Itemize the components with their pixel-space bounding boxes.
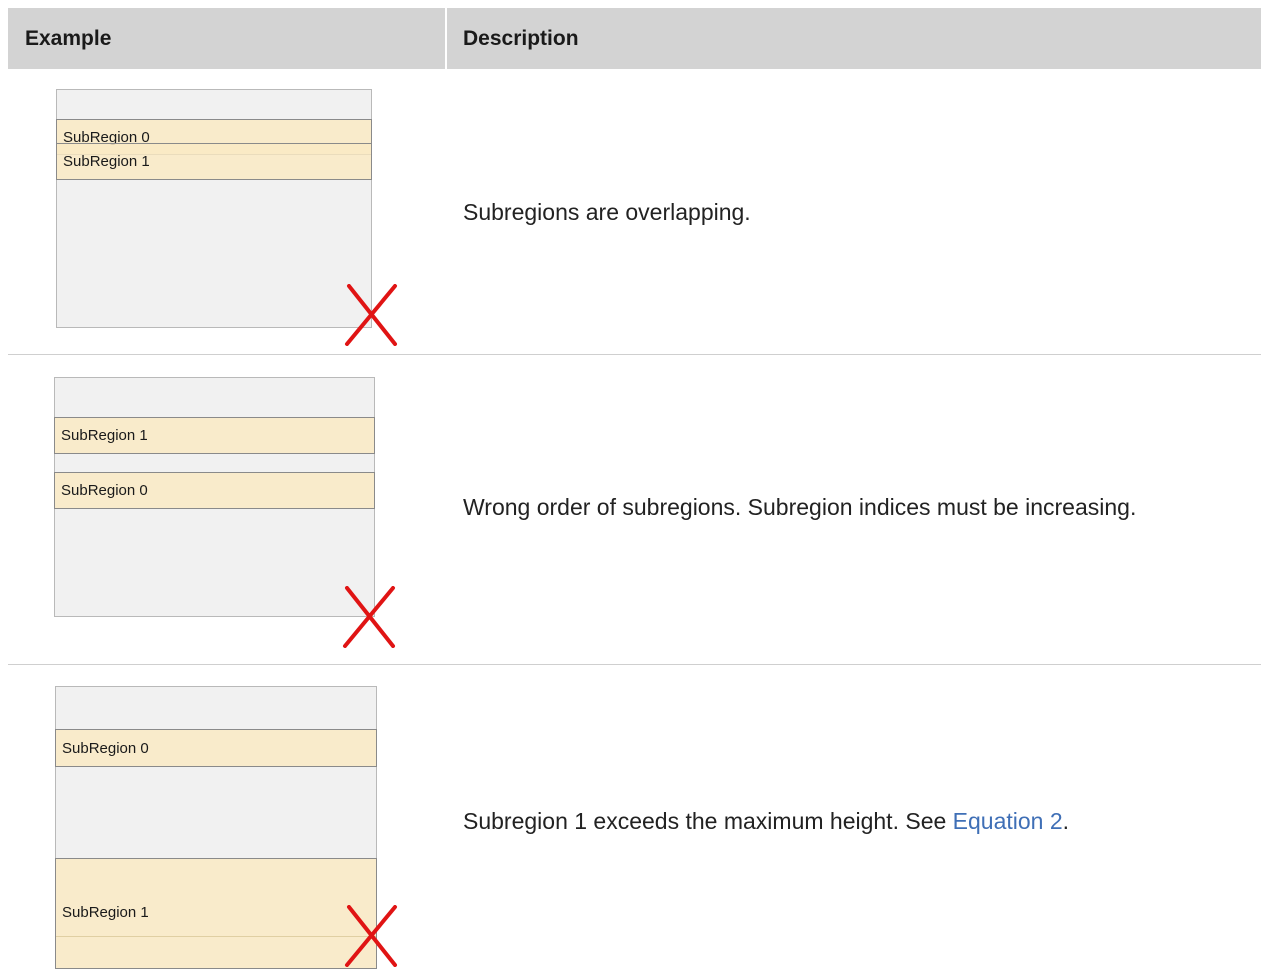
description-text: Subregion 1 exceeds the maximum height. … [463,808,953,834]
row-divider [8,354,1261,355]
row-divider [8,664,1261,665]
max-height-line [56,936,376,937]
row-description: Subregion 1 exceeds the maximum height. … [463,808,1069,835]
cross-mark-icon [343,586,395,648]
subregion-1: SubRegion 1 [56,143,372,180]
column-header-description: Description [447,8,1261,69]
table-header: Example Description [8,8,1261,69]
subregion-1: SubRegion 1 [55,858,377,969]
row-description: Wrong order of subregions. Subregion ind… [463,494,1137,520]
column-header-example: Example [8,8,445,69]
cross-mark-icon [345,905,397,967]
description-suffix: . [1062,808,1070,834]
equation-2-link[interactable]: Equation 2 [953,808,1063,834]
row-description: Subregions are overlapping. [463,199,751,225]
subregion-0: SubRegion 0 [54,472,375,509]
cross-mark-icon [345,284,397,346]
subregion-0: SubRegion 0 [55,729,377,767]
subregion-1: SubRegion 1 [54,417,375,454]
